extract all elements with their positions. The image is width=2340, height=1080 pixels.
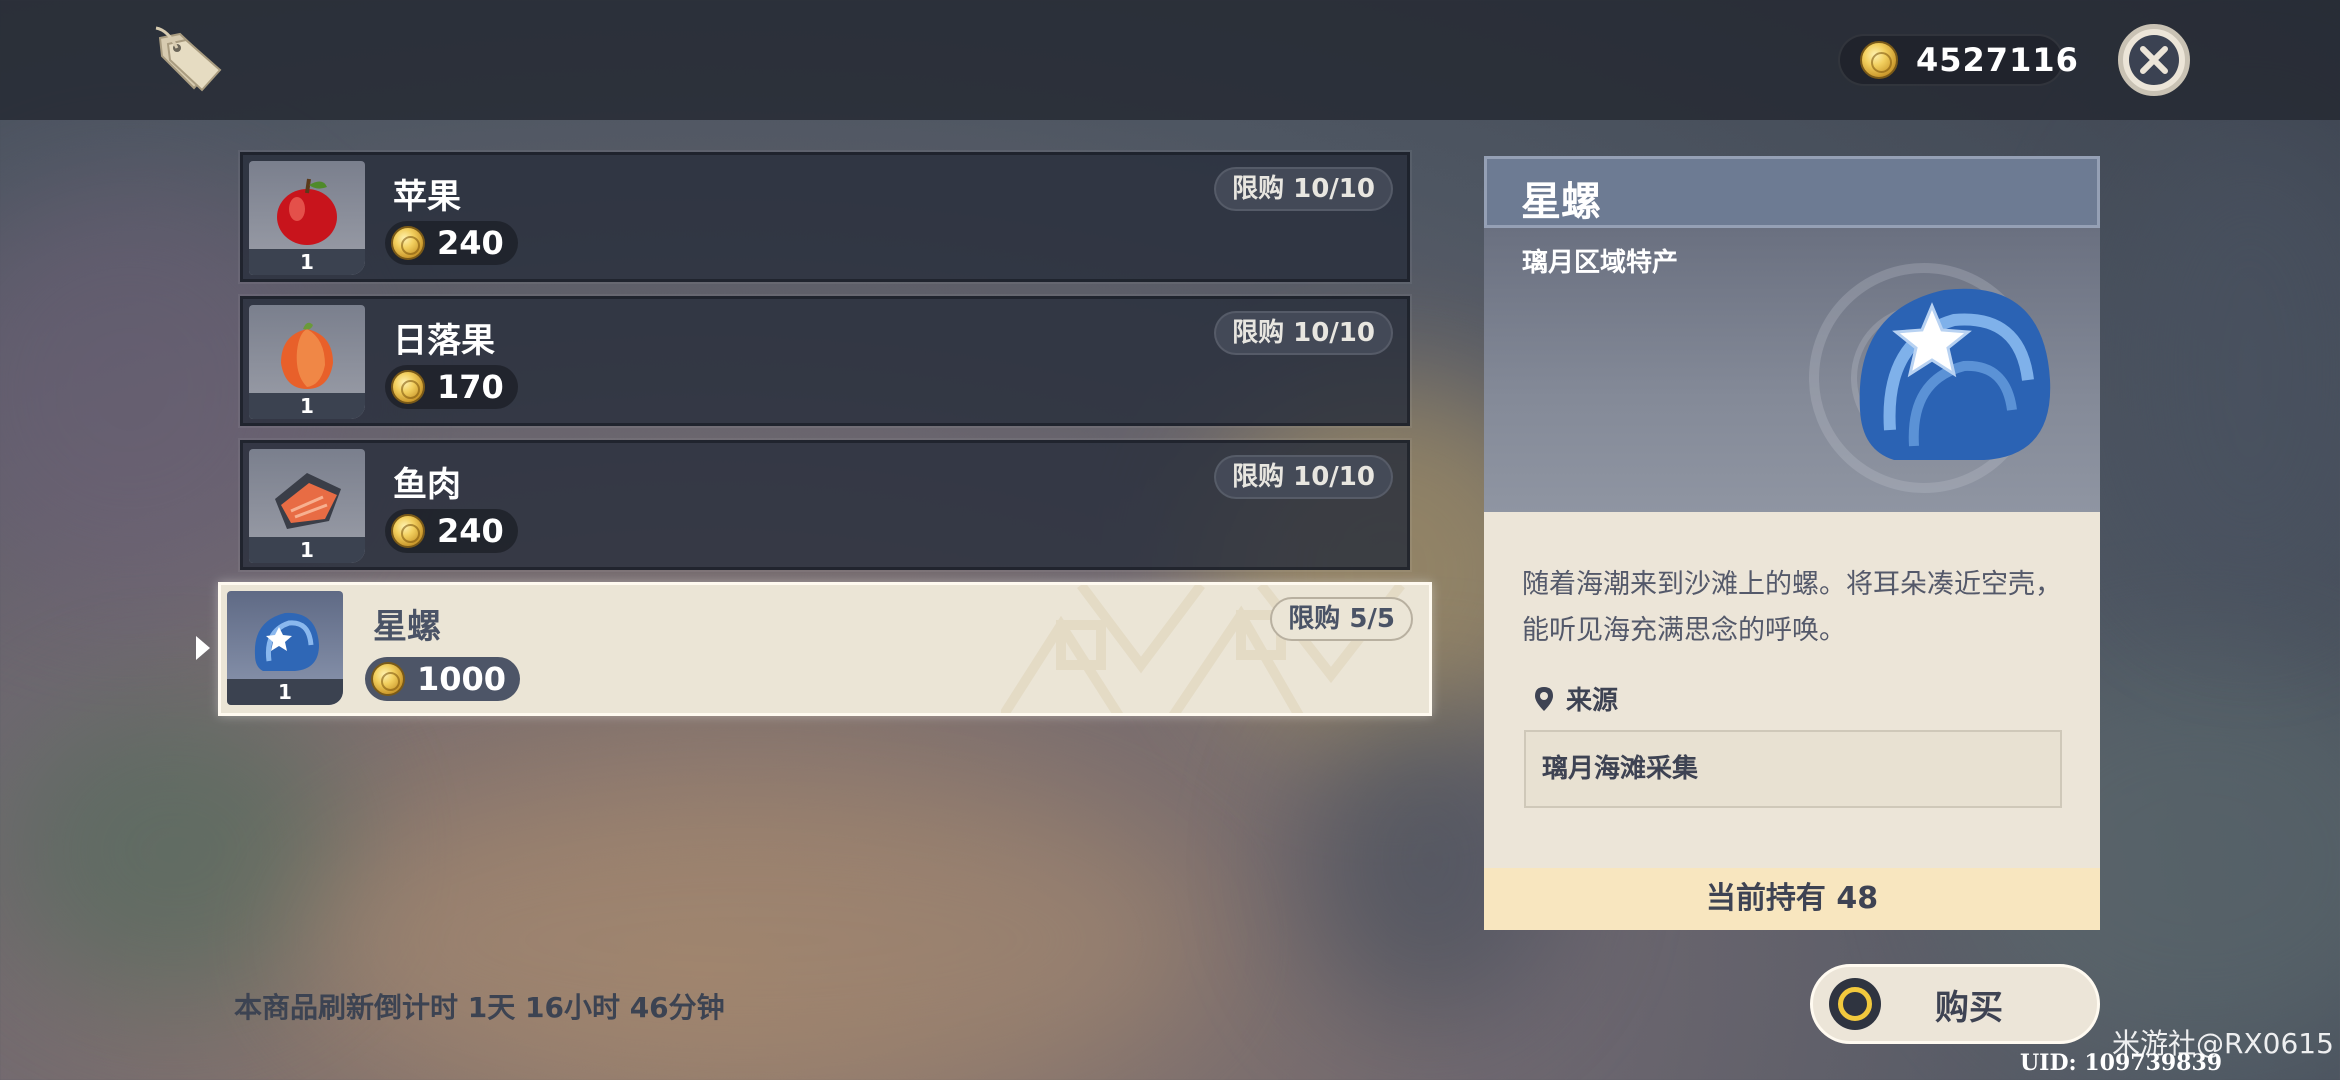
purchase-limit-badge: 限购 10/10 <box>1214 311 1393 355</box>
mora-coin-icon <box>1860 41 1898 79</box>
source-entry[interactable]: 璃月海滩采集 <box>1524 730 2062 808</box>
source-label-text: 来源 <box>1566 686 1619 716</box>
item-price: 1000 <box>365 657 521 701</box>
detail-title: 星螺 <box>1521 179 1601 225</box>
item-name: 日落果 <box>393 321 495 361</box>
item-quantity: 1 <box>249 249 365 275</box>
close-icon <box>2129 35 2179 85</box>
shop-item-fish[interactable]: 1 鱼肉 240 限购 10/10 <box>238 438 1412 572</box>
item-price-value: 240 <box>437 224 504 262</box>
item-quantity: 1 <box>249 393 365 419</box>
item-detail-panel: 星螺 璃月区域特产 随着海潮来到沙滩上的螺。将耳朵凑近空壳，能听见海充满思念的呼… <box>1484 156 2100 930</box>
shop-item-starconch[interactable]: 1 星螺 1000 限购 5/5 <box>218 582 1432 716</box>
purchase-limit-badge: 限购 5/5 <box>1270 597 1413 641</box>
detail-body: 随着海潮来到沙滩上的螺。将耳朵凑近空壳，能听见海充满思念的呼唤。 来源 璃月海滩… <box>1484 512 2100 868</box>
refresh-countdown: 本商品刷新倒计时 1天 16小时 46分钟 <box>234 991 725 1024</box>
starconch-icon <box>254 612 319 671</box>
fish-meat-icon <box>275 473 341 529</box>
mora-coin-icon <box>391 514 425 548</box>
item-thumbnail: 1 <box>249 161 365 275</box>
item-thumbnail: 1 <box>227 591 343 705</box>
detail-subtitle: 璃月区域特产 <box>1522 248 1679 278</box>
source-label: 来源 <box>1534 680 1618 717</box>
item-name: 鱼肉 <box>393 465 461 505</box>
buy-button-label: 购买 <box>1935 987 2003 1028</box>
item-price-value: 1000 <box>417 660 507 698</box>
item-quantity: 1 <box>227 679 343 705</box>
item-description: 随着海潮来到沙滩上的螺。将耳朵凑近空壳，能听见海充满思念的呼唤。 <box>1522 569 2062 646</box>
item-name: 星螺 <box>373 607 441 647</box>
mora-coin-icon <box>371 662 405 696</box>
item-price: 170 <box>385 365 518 409</box>
top-bar: 4527116 <box>0 0 2340 120</box>
apple-icon <box>277 178 337 245</box>
mora-coin-icon <box>391 370 425 404</box>
location-pin-icon <box>1535 686 1553 711</box>
confirm-circle-icon <box>1829 978 1881 1030</box>
detail-art: 璃月区域特产 <box>1484 228 2100 512</box>
item-price-value: 240 <box>437 512 504 550</box>
shop-item-sunsettia[interactable]: 1 日落果 170 限购 10/10 <box>238 294 1412 428</box>
item-name: 苹果 <box>393 177 461 217</box>
detail-header: 星螺 <box>1484 156 2100 228</box>
item-price: 240 <box>385 509 518 553</box>
item-quantity: 1 <box>249 537 365 563</box>
owned-count: 当前持有 48 <box>1484 868 2100 930</box>
mora-coin-icon <box>391 226 425 260</box>
currency-amount: 4527116 <box>1916 41 2079 79</box>
sunsettia-icon <box>281 322 333 389</box>
close-button[interactable] <box>2118 24 2190 96</box>
purchase-limit-badge: 限购 10/10 <box>1214 167 1393 211</box>
item-thumbnail: 1 <box>249 305 365 419</box>
uid-label: UID: 109739839 <box>2020 1050 2223 1076</box>
buy-button[interactable]: 购买 <box>1810 964 2100 1044</box>
starconch-icon <box>1859 288 2051 460</box>
item-price: 240 <box>385 221 518 265</box>
selection-arrow-icon <box>196 636 210 660</box>
purchase-limit-badge: 限购 10/10 <box>1214 455 1393 499</box>
item-thumbnail: 1 <box>249 449 365 563</box>
price-tag-icon <box>155 26 222 92</box>
shop-item-apple[interactable]: 1 苹果 240 限购 10/10 <box>238 150 1412 284</box>
item-price-value: 170 <box>437 368 504 406</box>
currency-display: 4527116 <box>1838 34 2078 86</box>
